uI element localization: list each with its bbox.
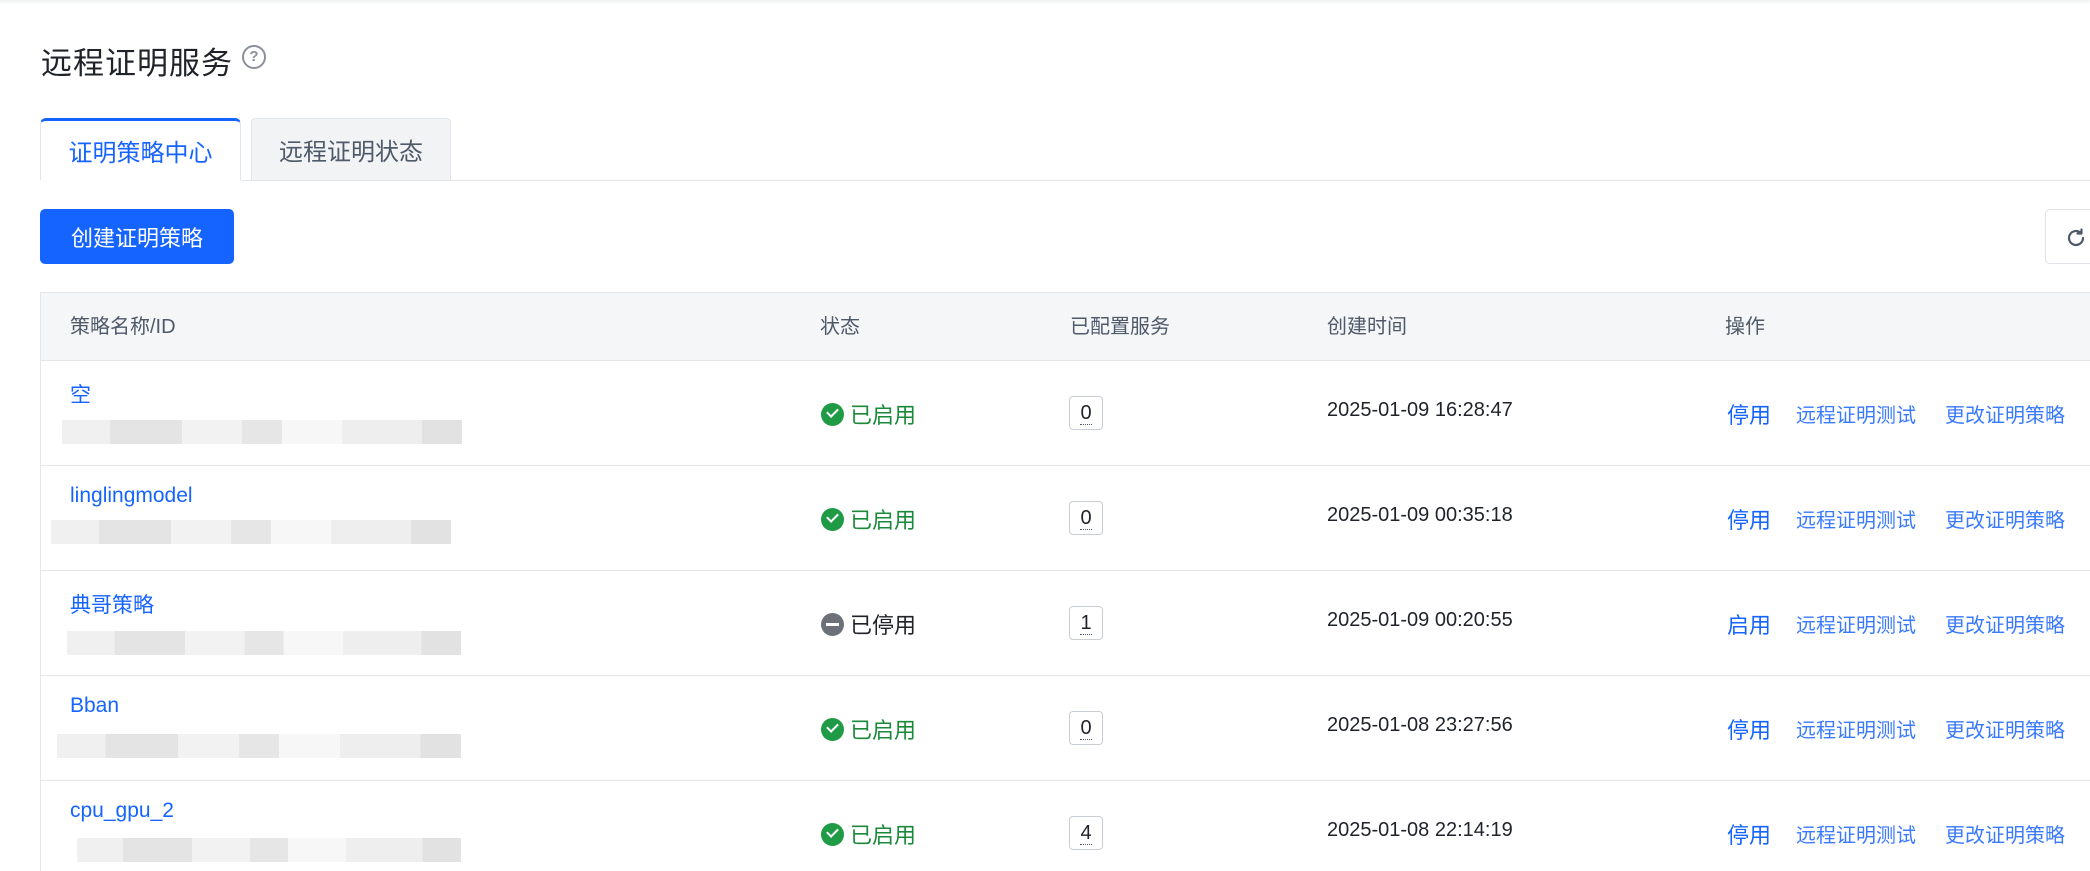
- edit-policy-link[interactable]: 更改证明策略: [1945, 819, 2065, 848]
- policy-id-redacted: [51, 520, 451, 544]
- created-time: 2025-01-09 00:20:55: [1327, 609, 1513, 631]
- tab-attestation-status[interactable]: 远程证明状态: [251, 118, 451, 180]
- check-circle-icon: [821, 822, 844, 846]
- policy-id-redacted: [57, 734, 461, 758]
- policy-name-link[interactable]: cpu_gpu_2: [70, 799, 174, 823]
- table-row: linglingmodel 已启用 0 2025-01-09 00:35:18 …: [41, 466, 2090, 571]
- policy-table: 策略名称/ID 状态 已配置服务 创建时间 操作 空 已启用 0 2025-01…: [40, 292, 2090, 871]
- toggle-status-link[interactable]: 停用: [1727, 713, 1771, 745]
- table-row: 典哥策略 已停用 1 2025-01-09 00:20:55 启用 远程证明测试…: [41, 571, 2090, 676]
- create-policy-button[interactable]: 创建证明策略: [40, 209, 234, 264]
- policy-name-link[interactable]: 空: [70, 379, 91, 409]
- status-text: 已启用: [850, 403, 917, 428]
- status-text: 已启用: [850, 508, 917, 533]
- service-count[interactable]: 4: [1069, 816, 1103, 850]
- check-circle-icon: [821, 402, 844, 426]
- refresh-icon: [2067, 228, 2085, 247]
- column-header-actions: 操作: [1725, 316, 1765, 338]
- service-count[interactable]: 0: [1069, 501, 1103, 535]
- table-header: 策略名称/ID 状态 已配置服务 创建时间 操作: [41, 293, 2090, 361]
- service-count[interactable]: 0: [1069, 396, 1103, 430]
- table-row: 空 已启用 0 2025-01-09 16:28:47 停用 远程证明测试 更改…: [41, 361, 2090, 466]
- toggle-status-link[interactable]: 停用: [1727, 398, 1771, 430]
- policy-id-redacted: [77, 838, 461, 862]
- table-row: Bban 已启用 0 2025-01-08 23:27:56 停用 远程证明测试…: [41, 676, 2090, 781]
- created-time: 2025-01-09 00:35:18: [1327, 504, 1513, 526]
- toggle-status-link[interactable]: 停用: [1727, 818, 1771, 850]
- created-time: 2025-01-08 22:14:19: [1327, 819, 1513, 841]
- policy-name-link[interactable]: linglingmodel: [70, 484, 193, 508]
- attestation-test-link[interactable]: 远程证明测试: [1796, 399, 1916, 428]
- tab-policy-center[interactable]: 证明策略中心: [40, 118, 241, 180]
- status-badge: 已停用: [821, 610, 916, 638]
- status-badge: 已启用: [821, 505, 916, 533]
- service-count[interactable]: 0: [1069, 711, 1103, 745]
- check-circle-icon: [821, 717, 844, 741]
- status-badge: 已启用: [821, 820, 916, 848]
- created-time: 2025-01-08 23:27:56: [1327, 714, 1513, 736]
- toggle-status-link[interactable]: 停用: [1727, 503, 1771, 535]
- edit-policy-link[interactable]: 更改证明策略: [1945, 609, 2065, 638]
- status-badge: 已启用: [821, 400, 916, 428]
- minus-circle-icon: [821, 612, 844, 636]
- column-header-status: 状态: [820, 316, 860, 338]
- refresh-button[interactable]: [2045, 209, 2090, 264]
- policy-name-link[interactable]: 典哥策略: [70, 589, 154, 619]
- column-header-name: 策略名称/ID: [70, 316, 176, 338]
- policy-name-link[interactable]: Bban: [70, 694, 119, 718]
- edit-policy-link[interactable]: 更改证明策略: [1945, 399, 2065, 428]
- policy-id-redacted: [62, 420, 462, 444]
- policy-id-redacted: [67, 631, 461, 655]
- service-count[interactable]: 1: [1069, 606, 1103, 640]
- tab-divider: [241, 180, 2090, 181]
- attestation-test-link[interactable]: 远程证明测试: [1796, 504, 1916, 533]
- column-header-created: 创建时间: [1327, 316, 1407, 338]
- status-badge: 已启用: [821, 715, 916, 743]
- attestation-test-link[interactable]: 远程证明测试: [1796, 714, 1916, 743]
- attestation-test-link[interactable]: 远程证明测试: [1796, 609, 1916, 638]
- status-text: 已停用: [850, 613, 917, 638]
- question-circle-icon[interactable]: ?: [242, 45, 266, 69]
- status-text: 已启用: [850, 718, 917, 743]
- created-time: 2025-01-09 16:28:47: [1327, 399, 1513, 421]
- check-circle-icon: [821, 507, 844, 531]
- edit-policy-link[interactable]: 更改证明策略: [1945, 504, 2065, 533]
- column-header-services: 已配置服务: [1070, 316, 1170, 338]
- page-title: 远程证明服务: [41, 46, 233, 81]
- table-row: cpu_gpu_2 已启用 4 2025-01-08 22:14:19 停用 远…: [41, 781, 2090, 871]
- attestation-test-link[interactable]: 远程证明测试: [1796, 819, 1916, 848]
- edit-policy-link[interactable]: 更改证明策略: [1945, 714, 2065, 743]
- status-text: 已启用: [850, 823, 917, 848]
- top-divider: [0, 0, 2090, 4]
- page: 远程证明服务 ? 证明策略中心 远程证明状态 创建证明策略 策略名称/ID 状态…: [0, 0, 2090, 871]
- toggle-status-link[interactable]: 启用: [1727, 608, 1771, 640]
